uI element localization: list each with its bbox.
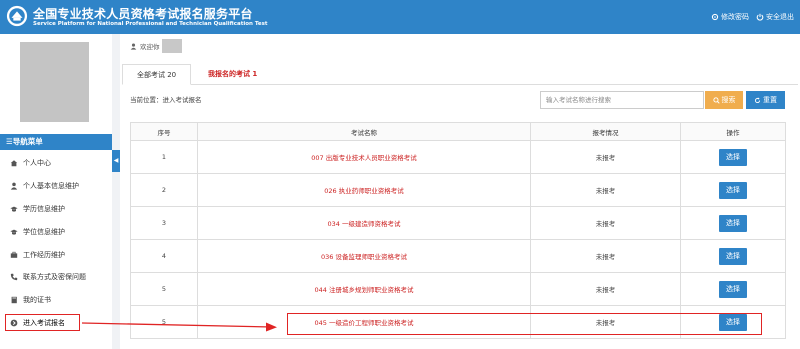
nav-list: 个人中心 个人基本信息维护 学历信息维护 学位信息维护 工作经历维护 联系方式及… xyxy=(0,152,112,334)
row-number: 3 xyxy=(130,206,198,240)
logout-label: 安全退出 xyxy=(766,13,794,21)
sidebar-item-label: 个人中心 xyxy=(23,159,51,168)
sidebar-item-label: 工作经历维护 xyxy=(23,250,65,259)
action-cell: 选择 xyxy=(680,140,786,174)
row-number: 5 xyxy=(130,272,198,306)
sidebar-item-label: 联系方式及密保问题 xyxy=(23,273,86,282)
power-icon xyxy=(756,13,764,21)
select-button[interactable]: 选择 xyxy=(719,247,747,265)
home-icon xyxy=(10,159,18,167)
reset-button[interactable]: 重置 xyxy=(746,91,785,109)
action-cell: 选择 xyxy=(680,173,786,207)
sidebar-item-work-history[interactable]: 工作经历维护 xyxy=(0,243,112,266)
table-row: 2 026 执业药师职业资格考试 未报考 选择 xyxy=(130,173,786,207)
exam-name: 036 设备监理师职业资格考试 xyxy=(197,239,531,273)
registration-status: 未报考 xyxy=(530,206,681,240)
graduation-cap-icon xyxy=(10,205,18,213)
welcome-text: 欢迎你 xyxy=(140,43,160,51)
platform-title: 全国专业技术人员资格考试报名服务平台 xyxy=(33,7,253,21)
registration-status: 未报考 xyxy=(530,173,681,207)
column-header-status: 报考情况 xyxy=(530,122,681,141)
logout-link[interactable]: 安全退出 xyxy=(756,12,794,22)
row-number: 4 xyxy=(130,239,198,273)
column-header-exam-name: 考试名称 xyxy=(197,122,531,141)
select-button[interactable]: 选择 xyxy=(719,280,747,298)
sidebar-item-label: 我的证书 xyxy=(23,296,51,305)
sidebar-item-education[interactable]: 学历信息维护 xyxy=(0,198,112,221)
sidebar-item-certificates[interactable]: 我的证书 xyxy=(0,289,112,312)
sidebar-item-personal-center[interactable]: 个人中心 xyxy=(0,152,112,175)
select-button[interactable]: 选择 xyxy=(719,181,747,199)
select-button[interactable]: 选择 xyxy=(719,214,747,232)
main-content: 欢迎你 全部考试 20 我报名的考试 1 当前位置：进入考试报名 搜索 重置 序… xyxy=(120,34,800,349)
exam-search-input[interactable] xyxy=(540,91,704,109)
exam-name: 026 执业药师职业资格考试 xyxy=(197,173,531,207)
exam-name: 044 注册城乡规划师职业资格考试 xyxy=(197,272,531,306)
tab-all-exams[interactable]: 全部考试 20 xyxy=(122,64,192,85)
table-row: 4 036 设备监理师职业资格考试 未报考 选择 xyxy=(130,239,786,273)
registration-status: 未报考 xyxy=(530,272,681,306)
action-cell: 选择 xyxy=(680,206,786,240)
sidebar: ☰导航菜单 个人中心 个人基本信息维护 学历信息维护 学位信息维护 工作经历维护… xyxy=(0,34,112,349)
reset-button-label: 重置 xyxy=(763,96,777,104)
column-header-number: 序号 xyxy=(130,122,198,141)
welcome-bar: 欢迎你 xyxy=(130,38,182,54)
table-row: 3 034 一级建造师资格考试 未报考 选择 xyxy=(130,206,786,240)
sidebar-item-degree[interactable]: 学位信息维护 xyxy=(0,220,112,243)
sidebar-collapse-toggle[interactable]: ◀ xyxy=(112,150,120,172)
refresh-icon xyxy=(754,97,761,103)
change-password-label: 修改密码 xyxy=(721,13,749,21)
sidebar-item-contact[interactable]: 联系方式及密保问题 xyxy=(0,266,112,289)
sidebar-item-label: 个人基本信息维护 xyxy=(23,182,79,191)
highlight-box-row xyxy=(287,313,762,335)
book-icon xyxy=(10,296,18,304)
username-redacted xyxy=(161,39,182,53)
search-button-label: 搜索 xyxy=(721,96,736,104)
registration-status: 未报考 xyxy=(530,239,681,273)
platform-logo-icon xyxy=(6,5,28,27)
user-icon xyxy=(130,43,137,50)
select-button[interactable]: 选择 xyxy=(719,148,747,166)
row-number: 5 xyxy=(130,305,198,339)
sidebar-item-basic-info[interactable]: 个人基本信息维护 xyxy=(0,175,112,198)
highlight-box-nav xyxy=(5,314,80,331)
platform-subtitle: Service Platform for National Profession… xyxy=(33,21,268,27)
sidebar-item-label: 学历信息维护 xyxy=(23,204,65,213)
exam-name: 007 出版专业技术人员职业资格考试 xyxy=(197,140,531,174)
gear-icon xyxy=(711,13,719,21)
exam-name: 034 一级建造师资格考试 xyxy=(197,206,531,240)
row-number: 1 xyxy=(130,140,198,174)
table-row: 5 044 注册城乡规划师职业资格考试 未报考 选择 xyxy=(130,272,786,306)
avatar xyxy=(20,42,89,122)
sidebar-item-label: 学位信息维护 xyxy=(23,227,65,236)
exam-table: 序号 考试名称 报考情况 操作 1 007 出版专业技术人员职业资格考试 未报考… xyxy=(130,122,786,339)
row-number: 2 xyxy=(130,173,198,207)
change-password-link[interactable]: 修改密码 xyxy=(711,12,749,22)
briefcase-icon xyxy=(10,251,18,259)
search-icon xyxy=(712,96,720,104)
table-header-row: 序号 考试名称 报考情况 操作 xyxy=(130,122,786,141)
user-icon xyxy=(10,182,18,190)
registration-status: 未报考 xyxy=(530,140,681,174)
nav-menu-header: ☰导航菜单 xyxy=(0,134,112,150)
exam-tabs: 全部考试 20 我报名的考试 1 xyxy=(122,64,798,85)
graduation-cap-icon xyxy=(10,228,18,236)
breadcrumb: 当前位置：进入考试报名 xyxy=(130,96,202,104)
tab-my-exams[interactable]: 我报名的考试 1 xyxy=(194,64,271,85)
action-cell: 选择 xyxy=(680,239,786,273)
column-header-action: 操作 xyxy=(680,122,786,141)
top-header: 全国专业技术人员资格考试报名服务平台 Service Platform for … xyxy=(0,0,800,34)
table-row: 1 007 出版专业技术人员职业资格考试 未报考 选择 xyxy=(130,140,786,174)
action-cell: 选择 xyxy=(680,272,786,306)
search-button[interactable]: 搜索 xyxy=(705,91,743,109)
phone-icon xyxy=(10,273,18,281)
